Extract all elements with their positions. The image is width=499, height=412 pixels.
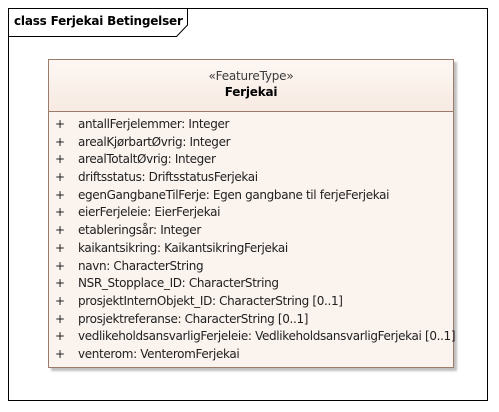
attribute-visibility: + xyxy=(55,258,65,273)
attribute-row[interactable]: + NSR_Stopplace_ID: CharacterString xyxy=(49,275,453,293)
attribute-list: + antallFerjelemmer: Integer + arealKjør… xyxy=(49,112,456,364)
attribute-visibility: + xyxy=(55,240,65,255)
attribute-row[interactable]: + arealKjørbartØvrig: Integer xyxy=(49,134,453,152)
frame-tab: class Ferjekai Betingelser xyxy=(8,8,188,37)
frame-title: class Ferjekai Betingelser xyxy=(14,14,183,28)
attribute-text: antallFerjelemmer: Integer xyxy=(78,117,230,131)
attribute-visibility: + xyxy=(55,223,65,238)
attribute-row[interactable]: + driftsstatus: DriftsstatusFerjekai xyxy=(49,169,453,187)
attribute-row[interactable]: + vedlikeholdsansvarligFerjeleie: Vedlik… xyxy=(49,328,456,346)
class-stereotype: «FeatureType» xyxy=(208,69,294,83)
attribute-text: navn: CharacterString xyxy=(78,258,204,273)
class-ferjekai[interactable]: «FeatureType» Ferjekai + antallFerjelemm… xyxy=(48,59,456,368)
attribute-row[interactable]: + prosjektInternObjekt_ID: CharacterStri… xyxy=(49,293,453,311)
attribute-visibility: + xyxy=(55,205,65,220)
attribute-visibility: + xyxy=(55,187,65,202)
attribute-visibility: + xyxy=(55,170,65,185)
attribute-text: etableringsår: Integer xyxy=(78,223,201,238)
attribute-visibility: + xyxy=(55,117,65,131)
attribute-row[interactable]: + kaikantsikring: KaikantsikringFerjekai xyxy=(49,240,453,258)
attribute-visibility: + xyxy=(55,329,65,344)
attribute-text: eierFerjeleie: EierFerjekai xyxy=(78,205,221,220)
attribute-row[interactable]: + prosjektreferanse: CharacterString [0.… xyxy=(49,311,453,329)
attribute-text: prosjektInternObjekt_ID: CharacterString… xyxy=(78,293,343,308)
attribute-text: arealKjørbartØvrig: Integer xyxy=(78,134,231,149)
attribute-text: NSR_Stopplace_ID: CharacterString xyxy=(78,276,279,291)
attribute-visibility: + xyxy=(55,346,65,361)
attribute-text: prosjektreferanse: CharacterString [0..1… xyxy=(78,311,309,326)
attribute-text: driftsstatus: DriftsstatusFerjekai xyxy=(78,170,258,185)
attribute-row[interactable]: + navn: CharacterString xyxy=(49,258,453,276)
attribute-text: venterom: VenteromFerjekai xyxy=(78,346,240,361)
attribute-text: kaikantsikring: KaikantsikringFerjekai xyxy=(78,240,288,255)
attribute-row[interactable]: + antallFerjelemmer: Integer xyxy=(49,116,453,134)
attribute-row[interactable]: + arealTotaltØvrig: Integer xyxy=(49,151,453,169)
attribute-text: vedlikeholdsansvarligFerjeleie: Vedlikeh… xyxy=(78,329,456,344)
attribute-visibility: + xyxy=(55,311,65,326)
attribute-visibility: + xyxy=(55,293,65,308)
attribute-row[interactable]: + egenGangbaneTilFerje: Egen gangbane ti… xyxy=(49,187,453,205)
attribute-row[interactable]: + venterom: VenteromFerjekai xyxy=(49,346,453,364)
attribute-text: egenGangbaneTilFerje: Egen gangbane til … xyxy=(78,187,390,202)
attribute-text: arealTotaltØvrig: Integer xyxy=(78,152,216,167)
class-name: Ferjekai xyxy=(224,85,278,99)
attribute-visibility: + xyxy=(55,276,65,291)
attribute-row[interactable]: + etableringsår: Integer xyxy=(49,222,453,240)
class-header: «FeatureType» Ferjekai xyxy=(49,60,453,112)
attribute-visibility: + xyxy=(55,152,65,167)
attribute-visibility: + xyxy=(55,134,65,149)
attribute-row[interactable]: + eierFerjeleie: EierFerjekai xyxy=(49,204,453,222)
